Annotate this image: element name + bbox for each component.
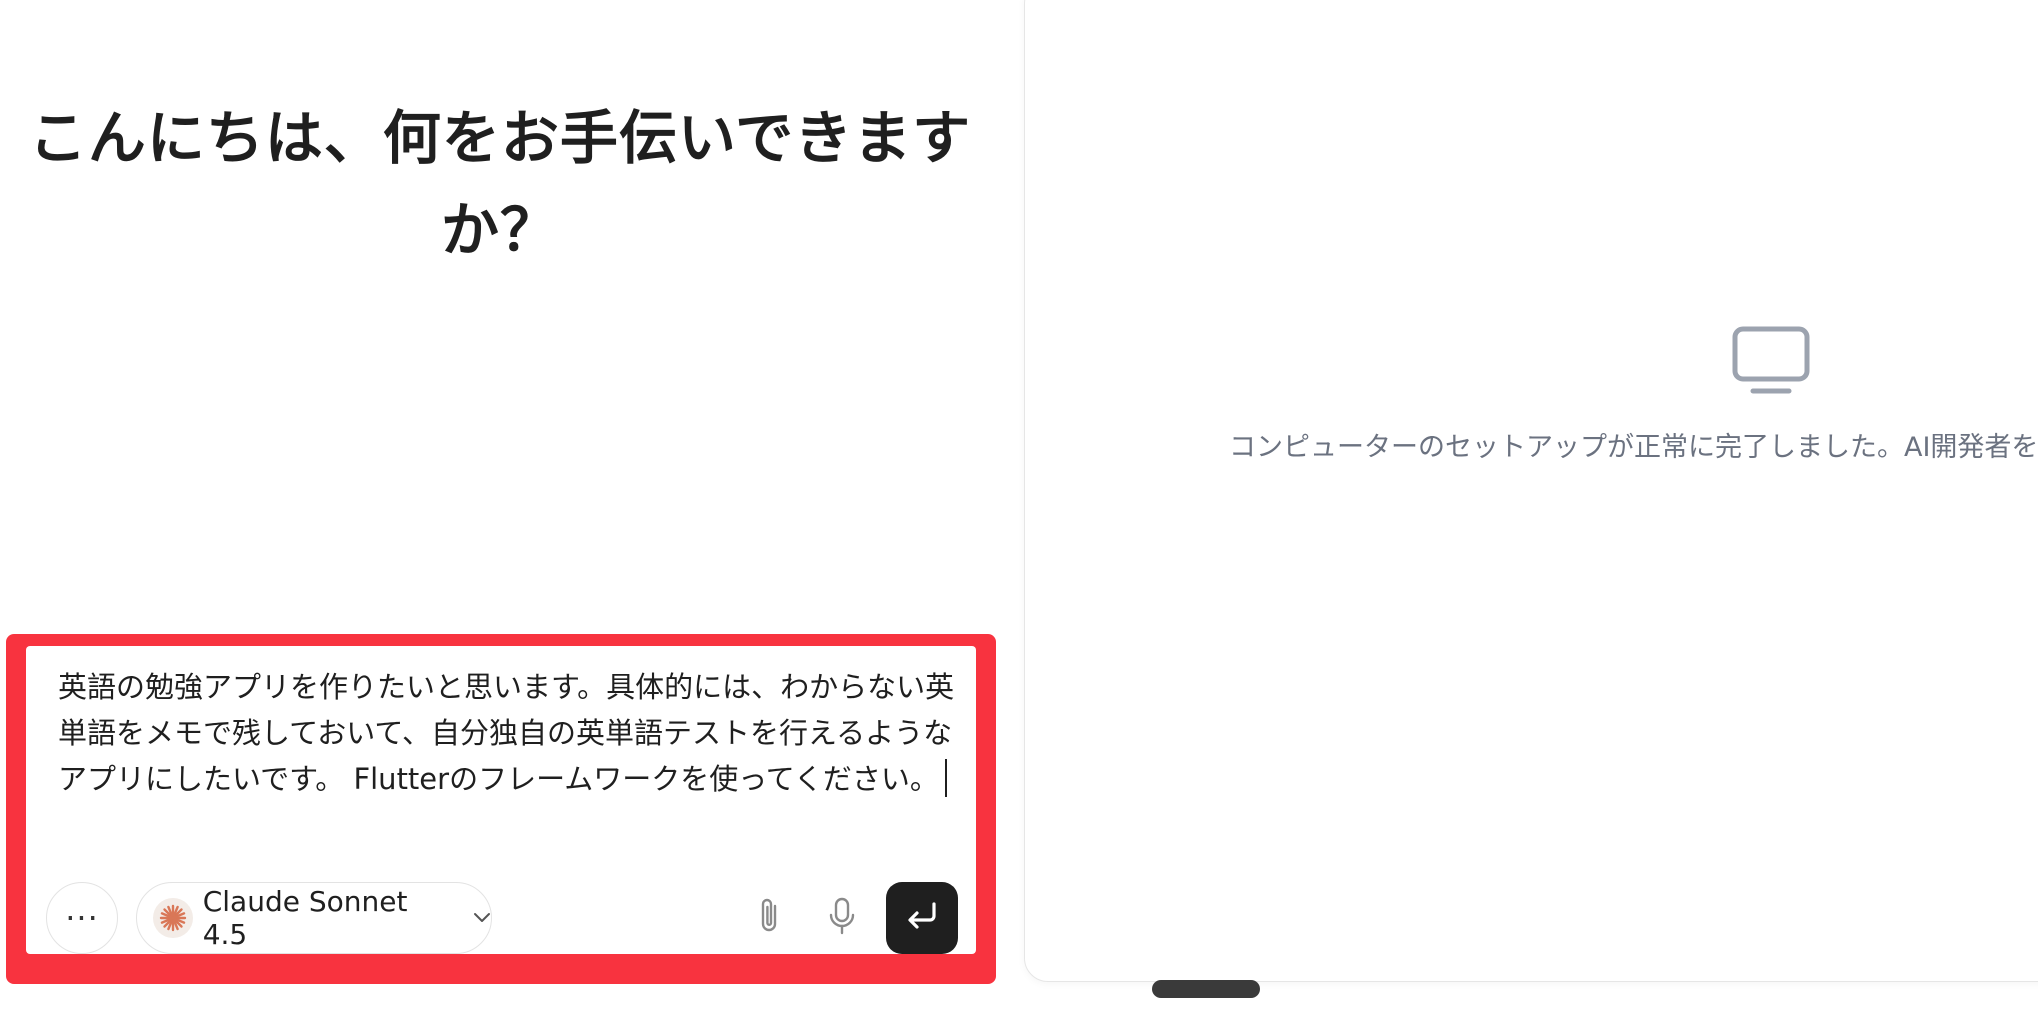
chevron-down-icon bbox=[473, 912, 491, 924]
message-input-text: 英語の勉強アプリを作りたいと思います。具体的には、わからない英単語をメモで残して… bbox=[58, 670, 955, 796]
model-selector-button[interactable]: Claude Sonnet 4.5 bbox=[136, 882, 492, 954]
enter-icon bbox=[904, 900, 940, 936]
send-button[interactable] bbox=[886, 882, 958, 954]
text-caret bbox=[944, 759, 947, 797]
ellipsis-icon: ··· bbox=[65, 899, 99, 937]
greeting-line-2: か？ bbox=[440, 196, 559, 264]
page-title: こんにちは、何をお手伝いできます か？ bbox=[10, 92, 990, 276]
attach-file-button[interactable] bbox=[746, 894, 794, 942]
chat-pane: こんにちは、何をお手伝いできます か？ 英語の勉強アプリを作りたいと思います。具… bbox=[0, 0, 1010, 1010]
composer-toolbar: ··· Claude Sonnet 4.5 bbox=[46, 882, 958, 954]
setup-status-text: コンピューターのセットアップが正常に完了しました。AI開発者を bbox=[1229, 432, 2038, 463]
paperclip-icon bbox=[755, 896, 785, 940]
voice-input-button[interactable] bbox=[818, 894, 866, 942]
claude-logo-icon bbox=[153, 898, 193, 938]
message-input[interactable]: 英語の勉強アプリを作りたいと思います。具体的には、わからない英単語をメモで残して… bbox=[58, 664, 958, 802]
greeting-line-1: こんにちは、何をお手伝いできます bbox=[28, 104, 972, 172]
computer-panel: コンピューターのセットアップが正常に完了しました。AI開発者を bbox=[1024, 0, 2038, 982]
microphone-icon bbox=[826, 896, 858, 940]
monitor-icon bbox=[1731, 325, 1811, 397]
app-window: こんにちは、何をお手伝いできます か？ 英語の勉強アプリを作りたいと思います。具… bbox=[0, 0, 2038, 1010]
more-options-button[interactable]: ··· bbox=[46, 882, 118, 954]
model-selector-label: Claude Sonnet 4.5 bbox=[202, 885, 408, 951]
message-composer[interactable]: 英語の勉強アプリを作りたいと思います。具体的には、わからない英単語をメモで残して… bbox=[26, 646, 976, 954]
composer-highlight-frame: 英語の勉強アプリを作りたいと思います。具体的には、わからない英単語をメモで残して… bbox=[6, 634, 996, 984]
resize-handle[interactable] bbox=[1152, 980, 1260, 998]
